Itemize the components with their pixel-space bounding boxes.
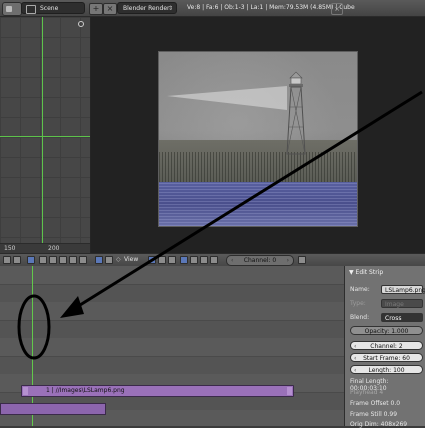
name-field[interactable]: LSLamp6.png [381,285,425,294]
strip-left-handle[interactable] [23,387,28,395]
frame-offset-readout: Frame Offset 0.0 [350,400,401,407]
channel-divider [0,284,344,285]
blend-dropdown[interactable]: Cross [381,313,423,322]
delete-scene-button[interactable]: × [103,3,117,15]
add-icon[interactable] [69,256,77,264]
editor-type-icon[interactable] [2,2,22,16]
close-icon[interactable]: × [331,3,343,15]
length-stepper[interactable]: ‹ Length: 100 [350,365,423,374]
info-header: Scene + × Blender Render ⇕ Ve:8 | Fa:6 |… [0,0,425,17]
frame-still-readout: Frame Still 0.99 [350,411,398,418]
start-frame-stepper[interactable]: ‹ Start Frame: 60 [350,353,423,362]
clip-icon[interactable] [298,256,306,264]
channel-row [0,266,344,284]
editor-type-icon[interactable] [3,256,11,264]
channel-value: Channel: 2 [370,343,403,350]
opacity-slider[interactable]: Opacity: 1.000 [350,326,423,335]
channel-row [0,320,344,338]
graph-editor-panel[interactable]: 150 200 [0,17,91,254]
current-frame-line [42,17,43,253]
channel-row [0,356,344,374]
scene-name: Scene [40,5,59,12]
preview-image-lighthouse [158,51,358,227]
panel-split-corner-icon[interactable] [78,21,84,27]
channel-row [0,284,344,302]
image-strip-label: 1 | //Images\LSLamp6.png [46,387,125,394]
marker-icon[interactable] [49,256,57,264]
channel-r-icon[interactable] [190,256,198,264]
render-engine-label: Blender Render [123,5,170,12]
increment-arrow-icon[interactable]: › [287,256,289,265]
display-mode-icon[interactable] [105,256,113,264]
channel-row [0,338,344,356]
display-channel-field[interactable]: ‹ Channel: 0 › [226,255,294,266]
sequencer-strips-area[interactable]: 1 | //Images\LSLamp6.png [0,266,344,426]
scene-stats: Ve:8 | Fa:6 | Ob:1-3 | La:1 | Mem:79.53M… [187,4,355,11]
name-label: Name: [350,286,370,293]
sea-layer [159,182,357,226]
channel-divider [0,356,344,357]
image-strip[interactable]: 1 | //Images\LSLamp6.png [21,385,294,397]
split-view-button[interactable] [168,256,176,264]
length-value: Length: 100 [368,367,405,374]
type-field: Image [381,299,423,308]
blend-label: Blend: [350,314,370,321]
channel-stepper[interactable]: ‹ Channel: 2 [350,341,423,350]
scene-selector[interactable]: Scene [21,2,85,14]
sequencer-view-button[interactable] [148,256,156,264]
scene-icon [26,5,36,14]
decrement-arrow-icon[interactable]: ‹ [354,354,356,363]
playhead-readout: Playhead 4 [350,389,384,396]
channel-b-icon[interactable] [210,256,218,264]
scale-label-right: 200 [48,245,60,252]
render-engine-dropdown[interactable]: Blender Render ⇕ [117,2,177,14]
edit-strip-panel: ▼ Edit Strip Name: LSLamp6.png Type: Ima… [344,266,425,428]
strip-icon[interactable] [79,256,87,264]
view-toggle-icon[interactable] [39,256,47,264]
sequencer-icon[interactable] [27,256,35,264]
decrement-arrow-icon[interactable]: ‹ [354,342,356,351]
view-menu[interactable]: View [124,255,138,265]
display-channel-value: Channel: 0 [243,257,277,264]
type-label: Type: [350,300,366,307]
channel-row [0,302,344,320]
preview-view-button[interactable] [158,256,166,264]
lower-strip[interactable] [0,403,106,415]
cursor-horizontal-line [0,136,90,137]
strip-right-handle[interactable] [287,387,292,395]
orig-dim-readout: Orig Dim: 408x269 [350,421,408,428]
playhead-line[interactable] [32,266,33,426]
sequencer-preview[interactable] [91,17,425,253]
updown-arrows-icon: ⇕ [167,5,173,12]
file-icon[interactable] [13,256,21,264]
channel-divider [0,320,344,321]
color-channel-icon[interactable] [180,256,188,264]
refresh-icon[interactable] [95,256,103,264]
scale-label-left: 150 [4,245,16,252]
sequencer-header: ◇ View ‹ Channel: 0 › [0,253,425,267]
start-frame-value: Start Frame: 60 [363,355,410,362]
decrement-arrow-icon[interactable]: ‹ [354,366,356,375]
edit-strip-title[interactable]: ▼ Edit Strip [349,269,383,276]
channel-g-icon[interactable] [200,256,208,264]
decrement-arrow-icon[interactable]: ‹ [231,256,233,265]
chevron-down-icon[interactable]: ◇ [116,255,121,265]
select-icon[interactable] [59,256,67,264]
add-scene-button[interactable]: + [89,3,103,15]
